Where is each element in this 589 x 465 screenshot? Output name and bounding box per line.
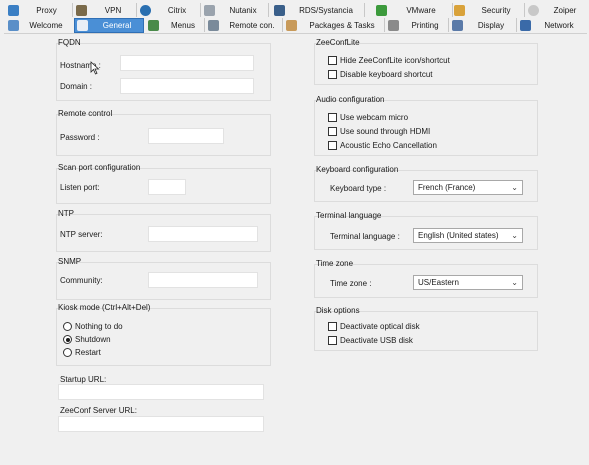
terminal-language-title: Terminal language [316,211,382,220]
zeeconf-server-input[interactable] [58,416,264,432]
community-label: Community: [60,276,103,285]
proxy-icon [8,4,19,16]
remote-icon [208,19,219,31]
vmware-icon [376,4,387,16]
checkbox[interactable] [328,70,337,79]
deactivate-optical-disk-checkbox[interactable]: Deactivate optical disk [328,322,420,331]
tab-security[interactable]: Security [452,3,524,17]
timezone-title: Time zone [316,259,354,268]
ntp-server-input[interactable] [148,226,258,242]
tab-row-bottom: Welcome General Menus Remote con. Packag… [0,18,589,33]
zoiper-icon [528,4,539,16]
hostname-input[interactable] [120,55,254,71]
tab-printing[interactable]: Printing [386,18,448,32]
remote-control-title: Remote control [58,109,113,118]
kiosk-option-shutdown[interactable]: Shutdown [63,335,111,344]
disk-title: Disk options [316,306,360,315]
deactivate-usb-disk-checkbox[interactable]: Deactivate USB disk [328,336,413,345]
general-icon [77,20,88,31]
checkbox[interactable] [328,113,337,122]
vpn-icon [76,4,87,16]
tab-remote-con[interactable]: Remote con. [206,18,282,32]
zeeconflite-title: ZeeConfLite [316,38,360,47]
echo-cancellation-checkbox[interactable]: Acoustic Echo Cancellation [328,141,437,150]
radio-button[interactable] [63,348,72,357]
security-icon [454,4,465,16]
checkbox[interactable] [328,336,337,345]
tab-rds-systancia[interactable]: RDS/Systancia [272,3,364,17]
startup-url-label: Startup URL: [60,375,107,384]
tab-zoiper[interactable]: Zoiper [526,3,588,17]
checkbox[interactable] [328,141,337,150]
tab-proxy[interactable]: Proxy [6,3,71,17]
tab-network[interactable]: Network [518,18,584,32]
ntp-title: NTP [58,209,74,218]
scan-port-title: Scan port configuration [58,163,141,172]
ntp-server-label: NTP server: [60,230,103,239]
radio-button-selected[interactable] [63,335,72,344]
terminal-language-label: Terminal language : [330,232,400,241]
listen-port-label: Listen port: [60,183,100,192]
tab-vmware[interactable]: VMware [374,3,452,17]
printing-icon [388,19,399,31]
tab-menus[interactable]: Menus [146,18,204,32]
keyboard-type-select[interactable]: French (France) ⌄ [413,180,523,195]
timezone-select[interactable]: US/Eastern ⌄ [413,275,523,290]
menus-icon [148,19,159,31]
checkbox[interactable] [328,127,337,136]
packages-icon [286,19,297,31]
chevron-down-icon: ⌄ [511,278,518,287]
tab-citrix[interactable]: Citrix [138,3,200,17]
terminal-language-select[interactable]: English (United states) ⌄ [413,228,523,243]
network-icon [520,19,531,31]
chevron-down-icon: ⌄ [511,231,518,240]
zeeconf-server-label: ZeeConf Server URL: [60,406,137,415]
timezone-label: Time zone : [330,279,372,288]
password-input[interactable] [148,128,224,144]
tab-welcome[interactable]: Welcome [6,18,70,32]
keyboard-title: Keyboard configuration [316,165,399,174]
tab-general[interactable]: General [74,18,144,33]
keyboard-type-label: Keyboard type : [330,184,387,193]
welcome-icon [8,19,19,31]
community-input[interactable] [148,272,258,288]
kiosk-option-nothing[interactable]: Nothing to do [63,322,123,331]
display-icon [452,19,463,31]
snmp-title: SNMP [58,257,82,266]
citrix-icon [140,4,151,16]
hdmi-sound-checkbox[interactable]: Use sound through HDMI [328,127,430,136]
hide-zeeconflite-checkbox[interactable]: Hide ZeeConfLite icon/shortcut [328,56,450,65]
tab-row-top: Proxy VPN Citrix Nutanix RDS/Systancia V… [0,3,589,17]
startup-url-input[interactable] [58,384,264,400]
chevron-down-icon: ⌄ [511,183,518,192]
kiosk-option-restart[interactable]: Restart [63,348,101,357]
tab-display[interactable]: Display [450,18,516,32]
fqdn-title: FQDN [58,38,81,47]
checkbox[interactable] [328,322,337,331]
password-label: Password : [60,133,100,142]
audio-title: Audio configuration [316,95,385,104]
webcam-micro-checkbox[interactable]: Use webcam micro [328,113,408,122]
disable-keyboard-shortcut-checkbox[interactable]: Disable keyboard shortcut [328,70,433,79]
rds-icon [274,4,285,16]
domain-input[interactable] [120,78,254,94]
radio-button[interactable] [63,322,72,331]
tab-vpn[interactable]: VPN [74,3,136,17]
nutanix-icon [204,4,215,16]
domain-label: Domain : [60,82,93,91]
kiosk-title: Kiosk mode (Ctrl+Alt+Del) [58,303,151,312]
tab-packages-tasks[interactable]: Packages & Tasks [284,18,384,32]
disk-group [314,311,538,351]
tab-nutanix[interactable]: Nutanix [202,3,268,17]
checkbox[interactable] [328,56,337,65]
listen-port-input[interactable] [148,179,186,195]
mouse-cursor-icon [90,61,100,75]
